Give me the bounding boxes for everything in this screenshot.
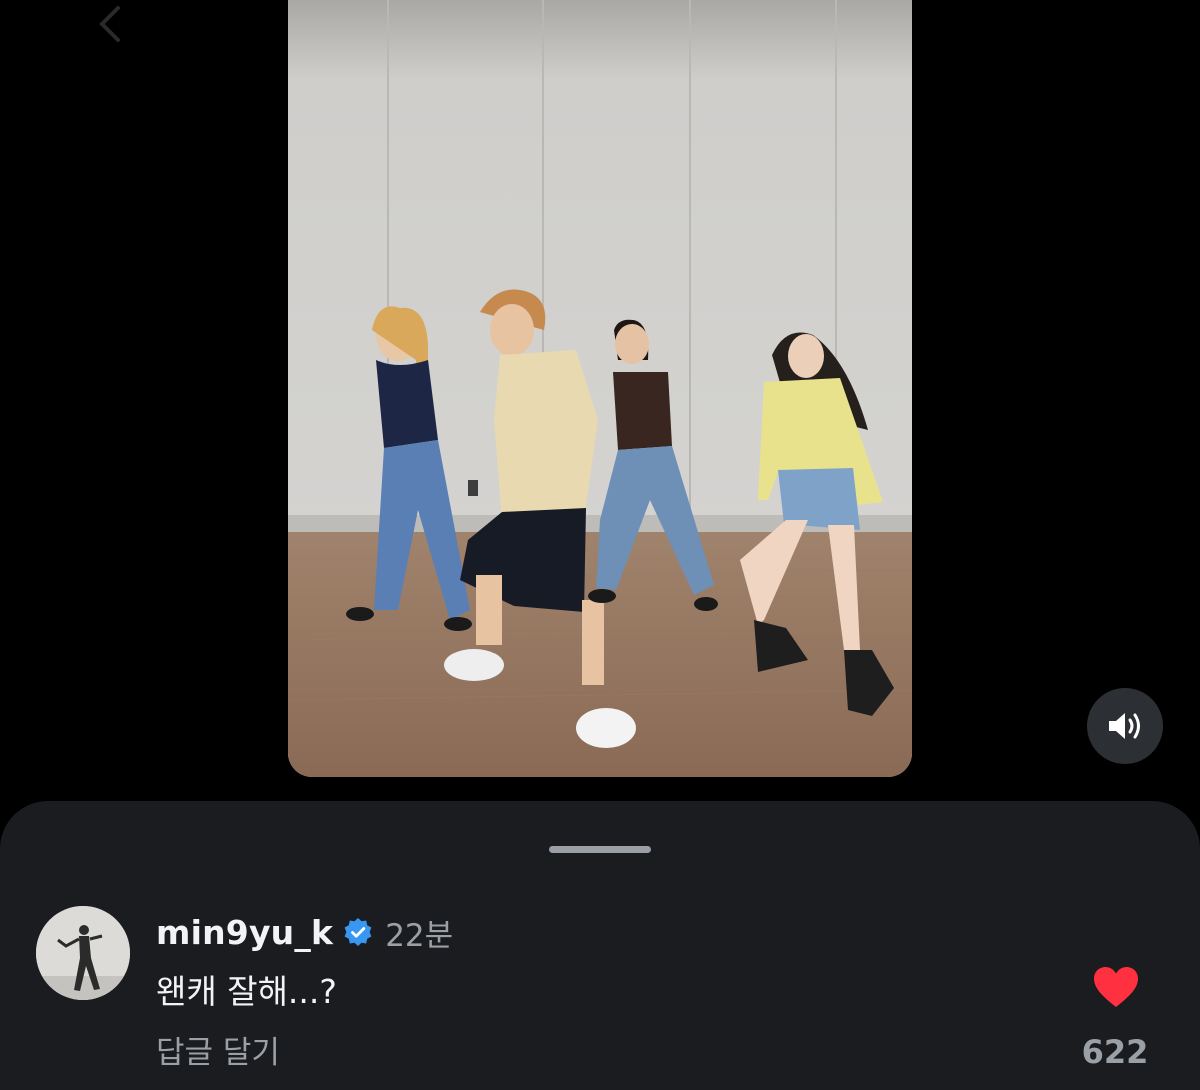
video-frame	[288, 0, 912, 777]
back-chevron-icon[interactable]	[92, 4, 132, 44]
sound-toggle-button[interactable]	[1087, 688, 1163, 764]
comment-timestamp: 22분	[385, 917, 454, 954]
comments-sheet: min9yu_k 22분 왠캐 잘해...? 답글 달기 622	[0, 801, 1200, 1090]
reply-button[interactable]: 답글 달기	[156, 1027, 280, 1072]
heart-icon[interactable]	[1092, 965, 1140, 1009]
avatar[interactable]	[36, 906, 130, 1000]
avatar-image	[36, 906, 130, 1000]
username[interactable]: min9yu_k	[156, 913, 333, 952]
speaker-icon	[1109, 713, 1140, 739]
drag-handle[interactable]	[549, 846, 651, 853]
verified-badge-icon	[344, 918, 372, 946]
video-player[interactable]	[288, 0, 912, 777]
comment-text: 왠캐 잘해...?	[156, 972, 337, 1011]
comment-header: min9yu_k 22분	[156, 910, 453, 954]
like-count: 622	[1081, 1033, 1149, 1071]
